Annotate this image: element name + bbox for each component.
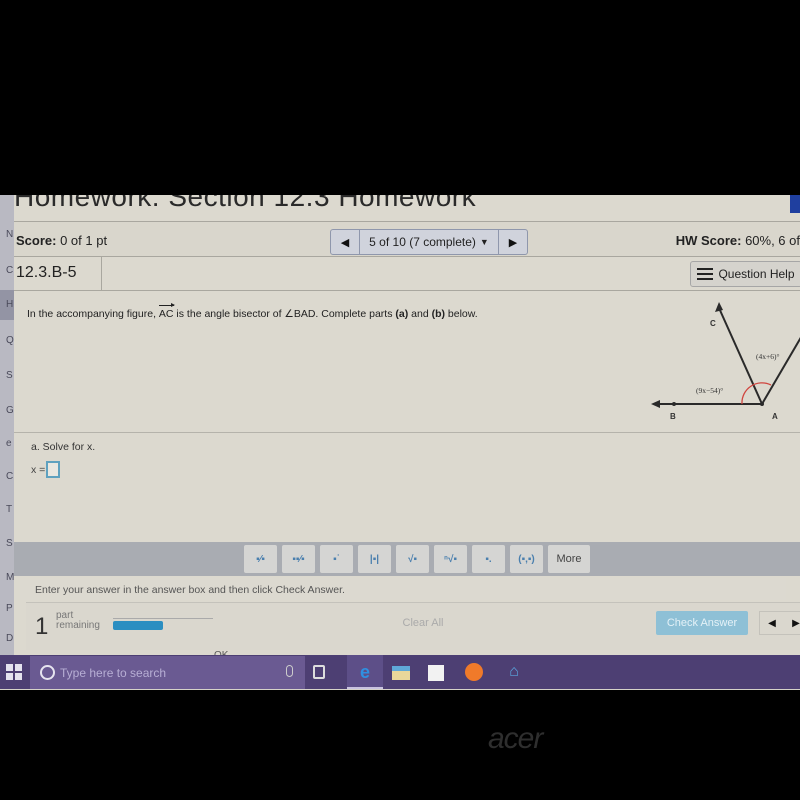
part-a-ref: (a) — [395, 308, 409, 320]
strip-letter: D — [6, 633, 14, 644]
parts-remaining-label: part remaining — [56, 611, 100, 631]
instruction-text: Enter your answer in the answer box and … — [20, 578, 786, 600]
absolute-value-button[interactable]: |▪| — [358, 545, 391, 573]
hw-score: HW Score: 60%, 6 of — [676, 233, 800, 248]
progress-track — [113, 618, 213, 619]
footer-next-button[interactable]: ▶ — [784, 612, 800, 634]
hw-score-label: HW Score: — [675, 233, 742, 248]
firefox-icon[interactable] — [465, 663, 483, 681]
page-title: Homework: Section 12.3 Homework — [14, 195, 477, 212]
nth-root-button[interactable]: ⁿ√▪ — [434, 545, 467, 573]
point-b — [672, 402, 676, 406]
mixed-number-button[interactable]: ▪▪⁄▪ — [282, 545, 315, 573]
label-angle-cad: (4x+6)° — [756, 352, 779, 361]
point-a — [760, 402, 764, 406]
score-bar: Score: 0 of 1 pt ◀ 5 of 10 (7 complete) … — [14, 221, 800, 257]
strip-letter: Q — [6, 335, 14, 346]
screen: N C H Q S G e C T S M P D Homework: Sect… — [0, 195, 800, 690]
microphone-icon[interactable] — [286, 665, 293, 677]
search-placeholder: Type here to search — [60, 665, 167, 680]
windows-taskbar: Type here to search e ⌂ — [0, 655, 800, 689]
strip-letter: S — [6, 370, 13, 381]
question-text: In the accompanying figure, AC is the an… — [27, 303, 478, 320]
label-angle-bac: (9x−54)° — [696, 386, 723, 395]
edge-icon[interactable]: e — [356, 662, 374, 682]
ordered-pair-button[interactable]: (▪,▪) — [510, 545, 543, 573]
strip-letter: C — [6, 471, 14, 482]
acer-logo: acer — [488, 722, 543, 755]
strip-letter: T — [6, 504, 13, 515]
strip-letter: G — [6, 405, 14, 416]
taskbar-search-box[interactable]: Type here to search — [30, 656, 305, 689]
more-button[interactable]: More — [548, 545, 590, 573]
math-toolbar: ▪⁄▪ ▪▪⁄▪ ▪˙ |▪| √▪ ⁿ√▪ ▪. (▪,▪) More — [14, 542, 800, 576]
arrowhead-c — [715, 302, 723, 312]
question-id: 12.3.B-5 — [14, 257, 102, 291]
question-help-label: Question Help — [718, 267, 795, 281]
label-a: A — [772, 412, 778, 421]
fraction-button[interactable]: ▪⁄▪ — [244, 545, 277, 573]
previous-question-button[interactable]: ◀ — [331, 230, 359, 254]
check-answer-button[interactable]: Check Answer — [656, 611, 748, 635]
store-icon[interactable] — [428, 665, 444, 681]
score-value: 0 of 1 pt — [60, 233, 108, 248]
answer-row: x = — [31, 461, 61, 478]
caret-down-icon: ▼ — [479, 237, 489, 247]
strip-letter: S — [6, 538, 13, 549]
footer-navigation: ◀ ▶ — [759, 611, 800, 635]
list-icon — [697, 268, 714, 280]
label-c: C — [710, 319, 716, 328]
parts-label-line-2: remaining — [56, 620, 100, 631]
part-a-label: a. Solve for x. — [31, 441, 96, 453]
section-divider — [14, 432, 800, 433]
footer-bar: 1 part remaining Clear All Check Answer … — [26, 602, 800, 650]
ray-ac: AC — [158, 303, 175, 320]
strip-letter: C — [6, 265, 14, 276]
question-prefix: In the accompanying figure, — [27, 308, 159, 320]
question-score: Score: 0 of 1 pt — [16, 233, 107, 248]
question-navigator: ◀ 5 of 10 (7 complete) ▼ ▶ — [330, 229, 528, 255]
question-help-button[interactable]: Question Help — [690, 261, 800, 287]
task-view-icon[interactable] — [313, 665, 325, 679]
strip-letter: e — [6, 438, 12, 449]
title-accent — [790, 195, 800, 213]
windows-start-icon[interactable] — [6, 664, 22, 680]
clear-all-button[interactable]: Clear All — [391, 615, 455, 633]
file-explorer-icon[interactable] — [392, 666, 410, 680]
question-suffix: below. — [445, 308, 478, 320]
question-position: 5 of 10 (7 complete) — [369, 235, 476, 249]
score-label: Score: — [16, 233, 57, 248]
parts-progress-bar — [113, 618, 213, 630]
hw-score-value: 60%, 6 of — [745, 233, 800, 248]
arrowhead-b — [651, 400, 660, 408]
decimal-button[interactable]: ▪. — [472, 545, 505, 573]
strip-letter: H — [6, 299, 14, 310]
strip-letter: N — [6, 229, 14, 240]
cortana-icon — [40, 665, 55, 680]
progress-fill — [113, 621, 163, 630]
part-b-ref: (b) — [431, 308, 445, 320]
answer-prefix: x = — [31, 463, 46, 476]
question-selector-dropdown[interactable]: 5 of 10 (7 complete) ▼ — [359, 230, 499, 254]
next-question-button[interactable]: ▶ — [499, 230, 527, 254]
home-app-icon[interactable]: ⌂ — [505, 663, 523, 681]
angle-figure: C B A (9x−54)° (4x+6)° — [651, 302, 800, 421]
x-answer-input[interactable] — [46, 461, 61, 478]
parts-remaining-count: 1 — [35, 613, 49, 640]
exponent-button[interactable]: ▪˙ — [320, 545, 353, 573]
label-b: B — [670, 412, 676, 421]
question-middle: is the angle bisector of ∠BAD. Complete … — [173, 308, 396, 320]
strip-letter: P — [6, 603, 13, 614]
footer-previous-button[interactable]: ◀ — [760, 612, 784, 634]
square-root-button[interactable]: √▪ — [396, 545, 429, 573]
question-id-bar: 12.3.B-5 Question Help — [14, 257, 800, 291]
question-and: and — [408, 308, 432, 320]
